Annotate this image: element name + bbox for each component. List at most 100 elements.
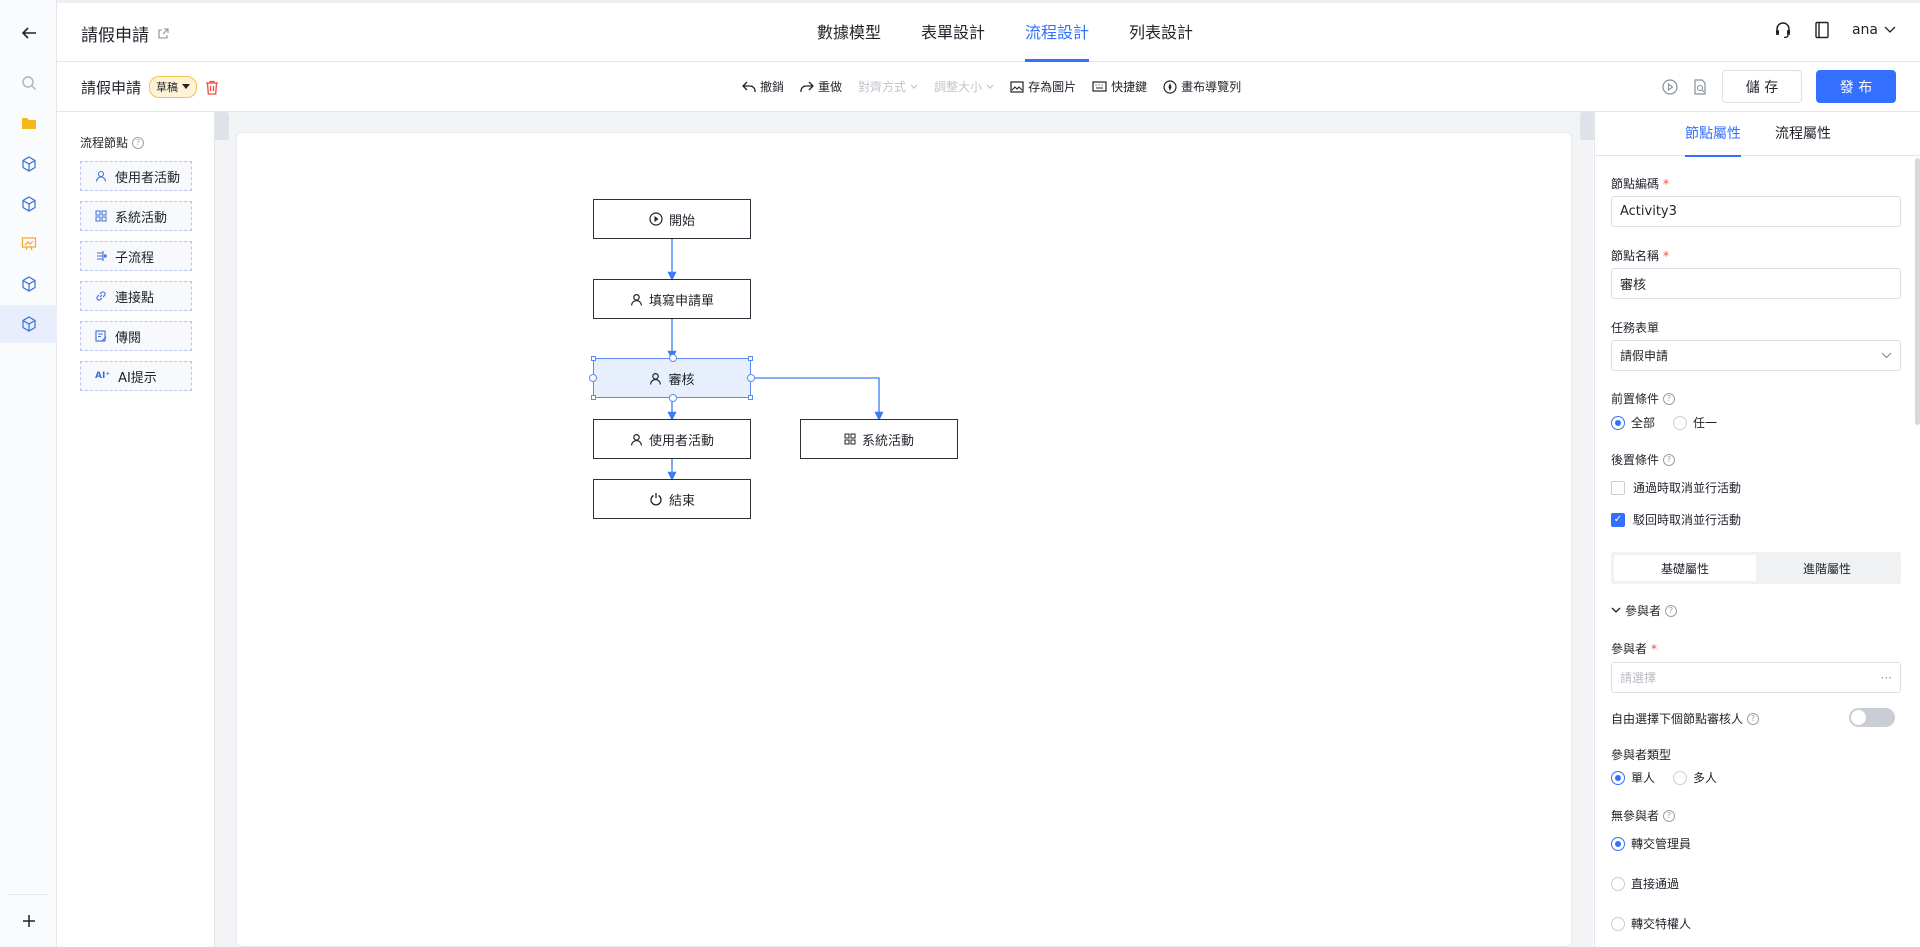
radio-label: 單人 bbox=[1631, 771, 1656, 785]
flow-node-fill-form[interactable]: 填寫申請單 bbox=[593, 279, 751, 319]
node-code-input[interactable]: Activity3 bbox=[1611, 196, 1901, 227]
save-image-button[interactable]: 存為圖片 bbox=[1010, 78, 1076, 95]
palette-item-ai-prompt[interactable]: AI⁺ AI提示 bbox=[80, 361, 192, 391]
participants-section-header[interactable]: 參與者 ? bbox=[1611, 602, 1678, 619]
radio-direct-pass[interactable]: 直接通過 bbox=[1611, 875, 1679, 892]
resize-corner[interactable] bbox=[748, 356, 753, 361]
help-icon[interactable]: ? bbox=[1663, 392, 1676, 405]
connect-handle[interactable] bbox=[589, 374, 597, 382]
node-name-value: 審核 bbox=[1620, 278, 1647, 293]
palette-item-system-activity[interactable]: 系統活動 bbox=[80, 201, 192, 231]
cube-icon[interactable] bbox=[0, 145, 57, 183]
participant-type-radios: 單人 多人 bbox=[1611, 769, 1717, 786]
palette-item-subprocess[interactable]: 子流程 bbox=[80, 241, 192, 271]
collapse-right-handle[interactable] bbox=[1580, 112, 1594, 140]
flow-node-end[interactable]: 結束 bbox=[593, 479, 751, 519]
radio-label: 轉交特權人 bbox=[1631, 917, 1692, 931]
free-select-toggle[interactable] bbox=[1849, 708, 1895, 727]
help-icon[interactable]: ? bbox=[1747, 712, 1760, 725]
compass-icon bbox=[1163, 79, 1177, 94]
undo-button[interactable]: 撤銷 bbox=[742, 78, 784, 95]
radio-transfer-privileged[interactable]: 轉交特權人 bbox=[1611, 915, 1691, 932]
tab-flow-properties[interactable]: 流程屬性 bbox=[1775, 112, 1831, 156]
chart-board-icon[interactable] bbox=[0, 225, 57, 263]
preview-doc-icon[interactable] bbox=[1692, 78, 1708, 95]
resize-dropdown[interactable]: 調整大小 bbox=[934, 78, 994, 95]
support-headset-icon[interactable] bbox=[1774, 21, 1792, 39]
more-icon[interactable]: ··· bbox=[1881, 671, 1892, 685]
resize-corner[interactable] bbox=[591, 356, 596, 361]
radio-dot bbox=[1611, 415, 1625, 430]
delete-icon[interactable] bbox=[205, 80, 219, 95]
collapse-left-handle[interactable] bbox=[215, 112, 229, 140]
checkbox-cancel-on-reject[interactable]: ✓ 駁回時取消並行活動 bbox=[1611, 511, 1741, 528]
help-icon[interactable]: ? bbox=[132, 136, 145, 149]
align-dropdown[interactable]: 對齊方式 bbox=[858, 78, 918, 95]
publish-button[interactable]: 發 布 bbox=[1816, 70, 1896, 103]
flow-canvas[interactable]: 開始 填寫申請單 審核 使用者活動 系統活動 結束 bbox=[236, 132, 1572, 947]
participant-label: 參與者 * bbox=[1611, 640, 1657, 657]
redo-button[interactable]: 重做 bbox=[800, 78, 842, 95]
radio-dot bbox=[1611, 916, 1625, 931]
flow-name: 請假申請 bbox=[81, 78, 142, 97]
header-actions: ana bbox=[1774, 21, 1896, 39]
chevron-down-icon bbox=[1881, 352, 1892, 359]
palette-item-circulate[interactable]: 傳閱 bbox=[80, 321, 192, 351]
palette-item-connector[interactable]: 連接點 bbox=[80, 281, 192, 311]
connect-handle[interactable] bbox=[669, 394, 677, 402]
free-select-label: 自由選擇下個節點審核人? bbox=[1611, 710, 1760, 727]
run-icon[interactable] bbox=[1662, 78, 1678, 95]
segment-basic[interactable]: 基礎屬性 bbox=[1614, 555, 1756, 581]
flow-node-user-activity[interactable]: 使用者活動 bbox=[593, 419, 751, 459]
checkbox-label: 駁回時取消並行活動 bbox=[1633, 513, 1742, 527]
tab-flow-design[interactable]: 流程設計 bbox=[1005, 3, 1109, 62]
external-link-icon[interactable] bbox=[157, 27, 169, 40]
tab-list-design[interactable]: 列表設計 bbox=[1109, 3, 1213, 62]
connect-handle[interactable] bbox=[747, 374, 755, 382]
node-code-value: Activity3 bbox=[1620, 204, 1677, 219]
flow-node-review[interactable]: 審核 bbox=[589, 354, 755, 402]
required-mark: * bbox=[1663, 176, 1670, 191]
back-arrow-icon[interactable] bbox=[0, 14, 57, 52]
chevron-down-icon bbox=[1611, 607, 1621, 613]
save-button[interactable]: 儲 存 bbox=[1722, 70, 1802, 103]
plus-icon[interactable] bbox=[0, 902, 57, 940]
panel-scrollbar[interactable] bbox=[1915, 158, 1920, 425]
node-label: 開始 bbox=[668, 213, 695, 229]
flow-node-start[interactable]: 開始 bbox=[593, 199, 751, 239]
cube-icon[interactable] bbox=[0, 185, 57, 223]
user-menu[interactable]: ana bbox=[1852, 22, 1896, 38]
properties-tabs: 節點屬性 流程屬性 bbox=[1595, 112, 1920, 157]
task-form-select[interactable]: 請假申請 bbox=[1611, 340, 1901, 371]
radio-multiple[interactable]: 多人 bbox=[1673, 769, 1717, 786]
free-select-label-text: 自由選擇下個節點審核人 bbox=[1611, 712, 1744, 726]
radio-all[interactable]: 全部 bbox=[1611, 414, 1655, 431]
help-icon[interactable]: ? bbox=[1663, 809, 1676, 822]
checkbox-cancel-on-pass[interactable]: 通過時取消並行活動 bbox=[1611, 479, 1741, 496]
palette-item-user-activity[interactable]: 使用者活動 bbox=[80, 161, 192, 191]
shortcuts-button[interactable]: 快捷鍵 bbox=[1092, 78, 1147, 95]
resize-corner[interactable] bbox=[748, 395, 753, 400]
radio-single[interactable]: 單人 bbox=[1611, 769, 1655, 786]
participant-select[interactable]: 請選擇 ··· bbox=[1611, 662, 1901, 693]
flow-node-system-activity[interactable]: 系統活動 bbox=[800, 419, 958, 459]
canvas-nav-button[interactable]: 畫布導覽列 bbox=[1163, 78, 1241, 95]
radio-any[interactable]: 任一 bbox=[1673, 414, 1717, 431]
tab-node-properties[interactable]: 節點屬性 bbox=[1685, 112, 1741, 157]
resize-corner[interactable] bbox=[591, 395, 596, 400]
book-icon[interactable] bbox=[1814, 21, 1830, 39]
tab-form-design[interactable]: 表單設計 bbox=[901, 3, 1005, 62]
undo-label: 撤銷 bbox=[760, 80, 785, 94]
segment-advanced[interactable]: 進階屬性 bbox=[1756, 555, 1898, 581]
help-icon[interactable]: ? bbox=[1663, 453, 1676, 466]
radio-transfer-admin[interactable]: 轉交管理員 bbox=[1611, 835, 1691, 852]
tab-data-model[interactable]: 數據模型 bbox=[797, 3, 901, 62]
cube-icon[interactable] bbox=[0, 265, 57, 303]
search-icon[interactable] bbox=[0, 64, 57, 102]
status-badge[interactable]: 草稿 bbox=[149, 76, 198, 98]
help-icon[interactable]: ? bbox=[1665, 604, 1678, 617]
node-name-input[interactable]: 審核 bbox=[1611, 268, 1901, 299]
cube-icon[interactable] bbox=[0, 305, 57, 343]
connect-handle[interactable] bbox=[669, 354, 677, 362]
folder-icon[interactable] bbox=[0, 104, 57, 142]
